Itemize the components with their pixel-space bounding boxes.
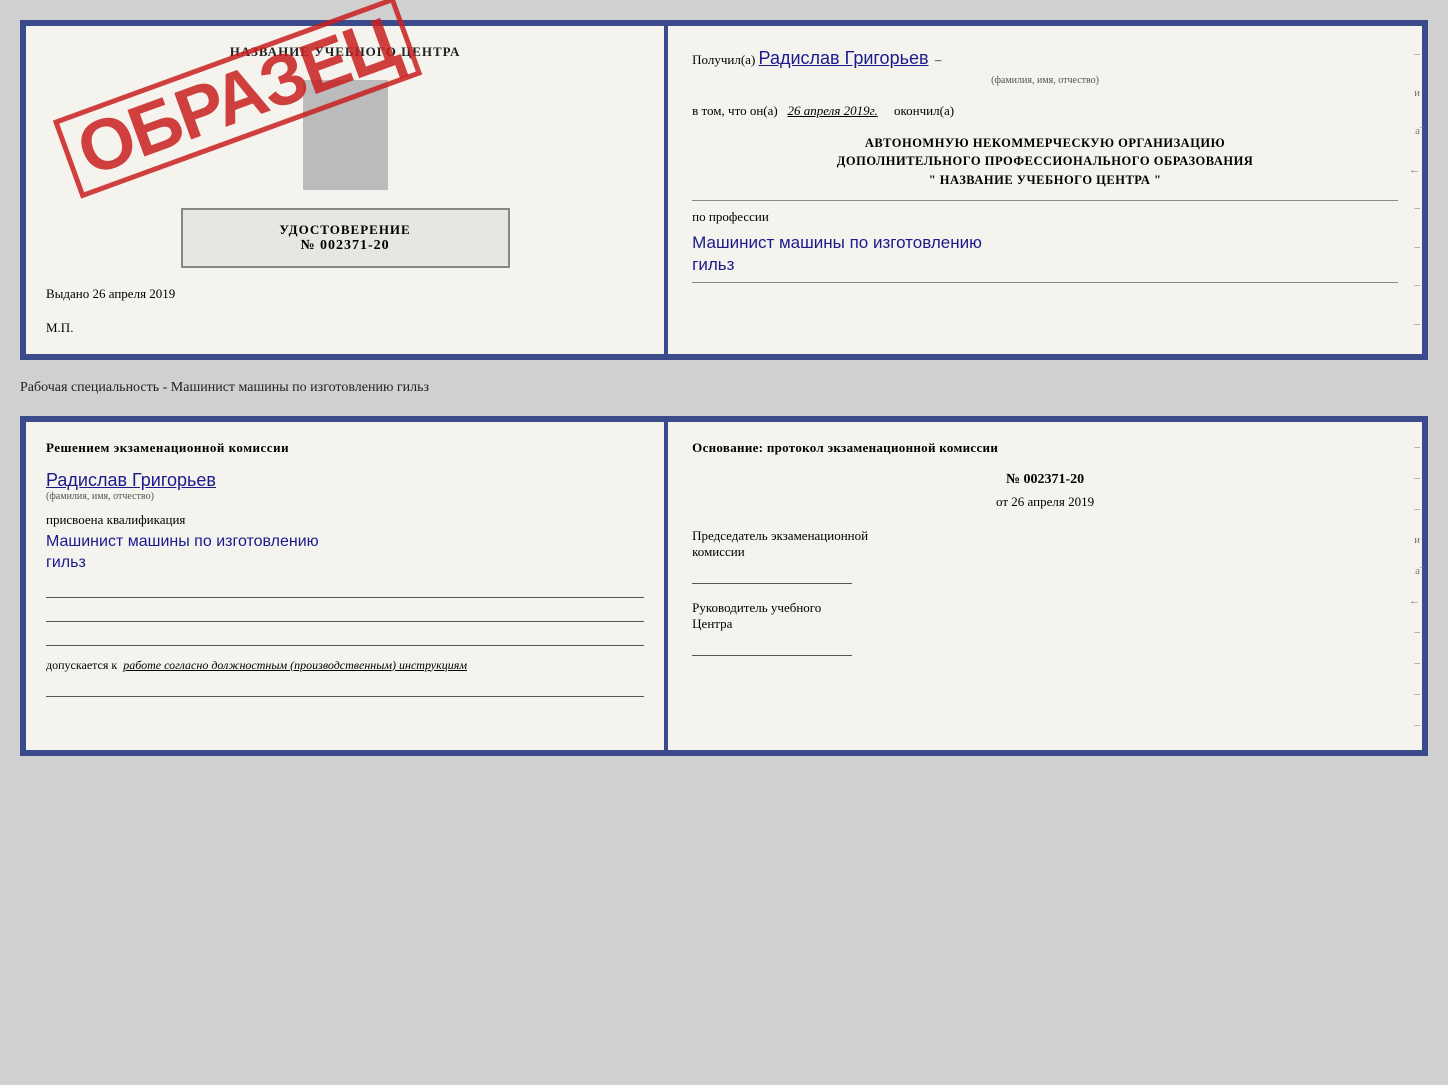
bmark5: а̃ bbox=[1406, 565, 1420, 577]
mark5: – bbox=[1406, 200, 1420, 218]
cert-box: УДОСТОВЕРЕНИЕ № 002371-20 bbox=[181, 208, 510, 268]
protocol-date-value: 26 апреля 2019 bbox=[1011, 494, 1094, 509]
fio-sublabel-top: (фамилия, имя, отчество) bbox=[692, 73, 1398, 89]
bmark4: и bbox=[1406, 534, 1420, 546]
profession-name-text: Машинист машины по изготовлению bbox=[692, 233, 982, 252]
chairman-block: Председатель экзаменационной комиссии bbox=[692, 528, 1398, 584]
basis-title: Основание: протокол экзаменационной коми… bbox=[692, 440, 1398, 456]
chairman-label2: комиссии bbox=[692, 544, 1398, 560]
bottom-doc-left: Решением экзаменационной комиссии Радисл… bbox=[26, 422, 668, 750]
chairman-sig-line bbox=[692, 564, 852, 584]
date-value: 26 апреля 2019г. bbox=[787, 103, 877, 118]
page-wrapper: НАЗВАНИЕ УЧЕБНОГО ЦЕНТРА ОБРАЗЕЦ УДОСТОВ… bbox=[20, 20, 1428, 756]
org-block: АВТОНОМНУЮ НЕКОММЕРЧЕСКУЮ ОРГАНИЗАЦИЮ ДО… bbox=[692, 134, 1398, 190]
chairman-label: Председатель экзаменационной bbox=[692, 528, 1398, 544]
person-name-cursive: Радислав Григорьев bbox=[46, 470, 644, 491]
protocol-number: № 002371-20 bbox=[692, 472, 1398, 488]
protocol-date: от 26 апреля 2019 bbox=[692, 494, 1398, 510]
issued-line: Выдано 26 апреля 2019 bbox=[46, 286, 644, 302]
cert-title: УДОСТОВЕРЕНИЕ bbox=[199, 222, 492, 238]
issued-label: Выдано bbox=[46, 286, 89, 301]
org-line1: АВТОНОМНУЮ НЕКОММЕРЧЕСКУЮ ОРГАНИЗАЦИЮ bbox=[692, 134, 1398, 153]
binding-marks-bottom: – – – и а̃ ← – – – – bbox=[1404, 422, 1422, 750]
mark3: а̃ bbox=[1406, 123, 1420, 141]
bmark2: – bbox=[1406, 472, 1420, 484]
decision-title: Решением экзаменационной комиссии bbox=[46, 440, 644, 456]
top-doc-right: Получил(а) Радислав Григорьев – (фамилия… bbox=[668, 26, 1422, 354]
bmark10: – bbox=[1406, 719, 1420, 731]
cert-doc-inner: УДОСТОВЕРЕНИЕ № 002371-20 bbox=[46, 200, 644, 276]
allow-text-block: допускается к работе согласно должностны… bbox=[46, 658, 644, 673]
mark4: ← bbox=[1406, 162, 1420, 180]
qualification-cursive2: гильз bbox=[46, 553, 644, 574]
assigned-text: присвоена квалификация bbox=[46, 512, 644, 528]
mark2: и bbox=[1406, 85, 1420, 103]
underline-row3 bbox=[46, 630, 644, 646]
bmark3: – bbox=[1406, 503, 1420, 515]
top-doc-left: НАЗВАНИЕ УЧЕБНОГО ЦЕНТРА ОБРАЗЕЦ УДОСТОВ… bbox=[26, 26, 668, 354]
divider1 bbox=[692, 200, 1398, 201]
fio-sublabel-bottom: (фамилия, имя, отчество) bbox=[46, 491, 644, 502]
profession-name: Машинист машины по изготовлению bbox=[692, 232, 1398, 254]
bottom-document: Решением экзаменационной комиссии Радисл… bbox=[20, 416, 1428, 756]
underline-row1 bbox=[46, 582, 644, 598]
mark8: – bbox=[1406, 316, 1420, 334]
received-label: Получил(а) bbox=[692, 52, 755, 67]
received-line: Получил(а) Радислав Григорьев – (фамилия… bbox=[692, 44, 1398, 89]
bottom-doc-right: Основание: протокол экзаменационной коми… bbox=[668, 422, 1422, 750]
specialty-label: Рабочая специальность - Машинист машины … bbox=[20, 378, 1428, 398]
top-left-center-title: НАЗВАНИЕ УЧЕБНОГО ЦЕНТРА bbox=[46, 44, 644, 60]
bmark1: – bbox=[1406, 441, 1420, 453]
mark6: – bbox=[1406, 239, 1420, 257]
mark7: – bbox=[1406, 277, 1420, 295]
protocol-date-prefix: от bbox=[996, 494, 1008, 509]
qualification-cursive: Машинист машины по изготовлению bbox=[46, 532, 644, 553]
profession-name2-text: гильз bbox=[692, 255, 734, 274]
divider2 bbox=[692, 282, 1398, 283]
date-line: в том, что он(а) 26 апреля 2019г. окончи… bbox=[692, 101, 1398, 122]
underline-row2 bbox=[46, 606, 644, 622]
cert-number: № 002371-20 bbox=[199, 238, 492, 254]
bmark7: – bbox=[1406, 626, 1420, 638]
underline-row4 bbox=[46, 681, 644, 697]
allow-italic-text: работе согласно должностным (производств… bbox=[123, 658, 467, 672]
profession-label: по профессии bbox=[692, 207, 1398, 228]
org-line3: " НАЗВАНИЕ УЧЕБНОГО ЦЕНТРА " bbox=[692, 171, 1398, 190]
org-line2: ДОПОЛНИТЕЛЬНОГО ПРОФЕССИОНАЛЬНОГО ОБРАЗО… bbox=[692, 152, 1398, 171]
bmark6: ← bbox=[1406, 595, 1420, 607]
head-sig-line bbox=[692, 636, 852, 656]
in-that-label: в том, что он(а) bbox=[692, 103, 778, 118]
profession-name2: гильз bbox=[692, 254, 1398, 276]
bmark9: – bbox=[1406, 688, 1420, 700]
binding-marks-top: – и а̃ ← – – – – bbox=[1404, 26, 1422, 354]
mp-label: М.П. bbox=[46, 320, 644, 336]
top-document: НАЗВАНИЕ УЧЕБНОГО ЦЕНТРА ОБРАЗЕЦ УДОСТОВ… bbox=[20, 20, 1428, 360]
photo-area bbox=[303, 80, 388, 190]
mark1: – bbox=[1406, 46, 1420, 64]
issued-date: 26 апреля 2019 bbox=[93, 286, 176, 301]
received-name: Радислав Григорьев bbox=[759, 48, 929, 68]
head-block: Руководитель учебного Центра bbox=[692, 600, 1398, 656]
head-label2: Центра bbox=[692, 616, 1398, 632]
finished-label: окончил(а) bbox=[894, 103, 954, 118]
allow-label: допускается к bbox=[46, 658, 117, 672]
bmark8: – bbox=[1406, 657, 1420, 669]
head-label: Руководитель учебного bbox=[692, 600, 1398, 616]
